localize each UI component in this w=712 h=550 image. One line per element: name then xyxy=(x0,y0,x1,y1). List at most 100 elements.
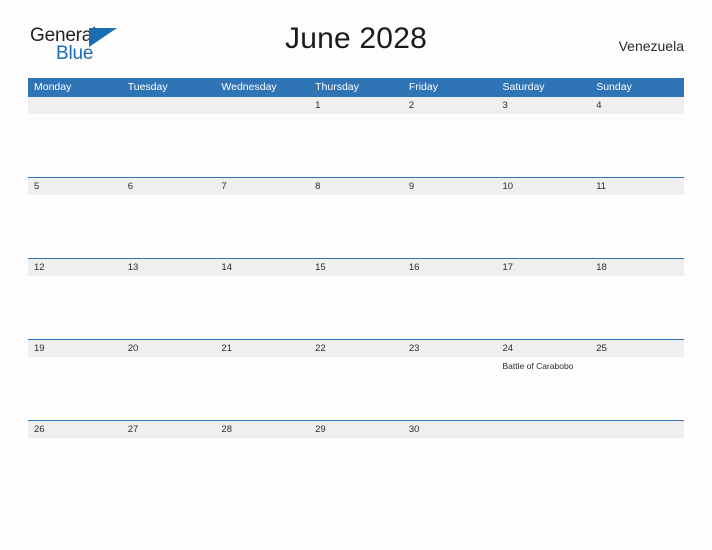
day-cell[interactable]: 21 xyxy=(215,340,309,357)
day-cell[interactable]: 29 xyxy=(309,421,403,438)
week-daynumber-band: 19 20 21 22 23 24 25 xyxy=(28,340,684,357)
day-cell[interactable]: 22 xyxy=(309,340,403,357)
day-events[interactable] xyxy=(309,438,403,501)
day-cell[interactable]: 1 xyxy=(309,97,403,114)
day-number: 4 xyxy=(596,100,602,111)
day-number: 15 xyxy=(315,262,326,273)
calendar-week-row: 19 20 21 22 23 24 25 Battle of Carabobo xyxy=(28,339,684,420)
day-number: 24 xyxy=(502,343,514,354)
day-cell[interactable]: 28 xyxy=(215,421,309,438)
calendar-week-row: 12 13 14 15 16 17 18 xyxy=(28,258,684,339)
day-events-holiday[interactable]: Battle of Carabobo xyxy=(497,357,591,420)
day-cell[interactable]: 27 xyxy=(122,421,216,438)
day-number: 5 xyxy=(34,181,40,192)
day-number: 29 xyxy=(315,424,326,435)
weekday-header-monday: Monday xyxy=(34,81,72,93)
day-cell[interactable]: 8 xyxy=(309,178,403,195)
day-cell[interactable]: 5 xyxy=(28,178,122,195)
day-events[interactable] xyxy=(215,276,309,339)
day-cell[interactable]: 12 xyxy=(28,259,122,276)
day-number: 21 xyxy=(221,343,232,354)
day-number: 22 xyxy=(315,343,326,354)
weekday-header-wednesday: Wednesday xyxy=(221,81,277,93)
day-events[interactable] xyxy=(122,357,216,420)
day-cell[interactable]: 26 xyxy=(28,421,122,438)
day-number: 26 xyxy=(34,424,45,435)
day-cell[interactable]: 11 xyxy=(590,178,684,195)
day-events[interactable] xyxy=(590,438,684,501)
day-events[interactable] xyxy=(309,195,403,258)
day-cell[interactable]: 9 xyxy=(403,178,497,195)
day-events[interactable] xyxy=(497,114,591,177)
weekday-header-friday: Friday xyxy=(408,81,438,93)
day-number: 6 xyxy=(127,181,133,192)
day-events[interactable] xyxy=(309,114,403,177)
day-events[interactable] xyxy=(122,276,216,339)
day-cell[interactable]: 4 xyxy=(590,97,684,114)
day-cell[interactable]: 20 xyxy=(122,340,216,357)
day-events[interactable] xyxy=(28,357,122,420)
day-cell[interactable]: 19 xyxy=(28,340,122,357)
calendar-week-row: 1 2 3 4 xyxy=(28,96,684,177)
day-number: 10 xyxy=(502,181,514,192)
day-cell[interactable]: 25 xyxy=(590,340,684,357)
day-number: 23 xyxy=(408,343,420,354)
day-cell[interactable]: 15 xyxy=(309,259,403,276)
day-number: 17 xyxy=(502,262,514,273)
day-cell[interactable]: 10 xyxy=(497,178,591,195)
week-daynumber-band: 5 6 7 8 9 10 11 xyxy=(28,178,684,195)
day-events[interactable] xyxy=(28,438,122,501)
day-cell[interactable]: 6 xyxy=(122,178,216,195)
day-events[interactable] xyxy=(497,438,591,501)
day-number: 2 xyxy=(408,100,415,111)
day-events[interactable] xyxy=(28,276,122,339)
day-events[interactable] xyxy=(403,195,497,258)
day-events[interactable] xyxy=(590,276,684,339)
day-events[interactable] xyxy=(309,276,403,339)
day-cell[interactable]: 30 xyxy=(403,421,497,438)
day-cell[interactable]: 3 xyxy=(497,97,591,114)
day-events[interactable] xyxy=(497,276,591,339)
day-number: 16 xyxy=(408,262,420,273)
day-events[interactable] xyxy=(497,195,591,258)
day-events[interactable] xyxy=(215,195,309,258)
day-events[interactable] xyxy=(403,357,497,420)
day-events[interactable] xyxy=(590,357,684,420)
day-cell[interactable]: 17 xyxy=(497,259,591,276)
day-cell[interactable] xyxy=(122,97,216,114)
day-events[interactable] xyxy=(403,114,497,177)
day-cell[interactable] xyxy=(215,97,309,114)
day-cell[interactable] xyxy=(590,421,684,438)
day-events[interactable] xyxy=(122,114,216,177)
day-cell[interactable]: 14 xyxy=(215,259,309,276)
day-events[interactable] xyxy=(28,114,122,177)
day-number: 12 xyxy=(34,262,45,273)
page-title: June 2028 xyxy=(285,22,427,55)
day-cell[interactable]: 16 xyxy=(403,259,497,276)
week-daynumber-band: 26 27 28 29 30 xyxy=(28,421,684,438)
week-events-band xyxy=(28,114,684,177)
day-events[interactable] xyxy=(215,357,309,420)
day-number: 8 xyxy=(315,181,321,192)
weekday-header-sunday: Sunday xyxy=(596,81,632,93)
day-events[interactable] xyxy=(122,195,216,258)
day-cell[interactable]: 13 xyxy=(122,259,216,276)
day-cell[interactable]: 24 xyxy=(497,340,591,357)
day-events[interactable] xyxy=(309,357,403,420)
day-events[interactable] xyxy=(403,276,497,339)
weekday-header-tuesday: Tuesday xyxy=(127,81,168,93)
day-cell[interactable]: 7 xyxy=(215,178,309,195)
day-events[interactable] xyxy=(590,195,684,258)
day-events[interactable] xyxy=(28,195,122,258)
day-events[interactable] xyxy=(215,114,309,177)
day-cell[interactable] xyxy=(28,97,122,114)
day-events[interactable] xyxy=(590,114,684,177)
day-events[interactable] xyxy=(403,438,497,501)
day-cell[interactable]: 18 xyxy=(590,259,684,276)
day-events[interactable] xyxy=(215,438,309,501)
day-number: 3 xyxy=(502,100,508,111)
day-cell[interactable]: 2 xyxy=(403,97,497,114)
day-events[interactable] xyxy=(122,438,216,501)
day-cell[interactable]: 23 xyxy=(403,340,497,357)
day-cell[interactable] xyxy=(497,421,591,438)
